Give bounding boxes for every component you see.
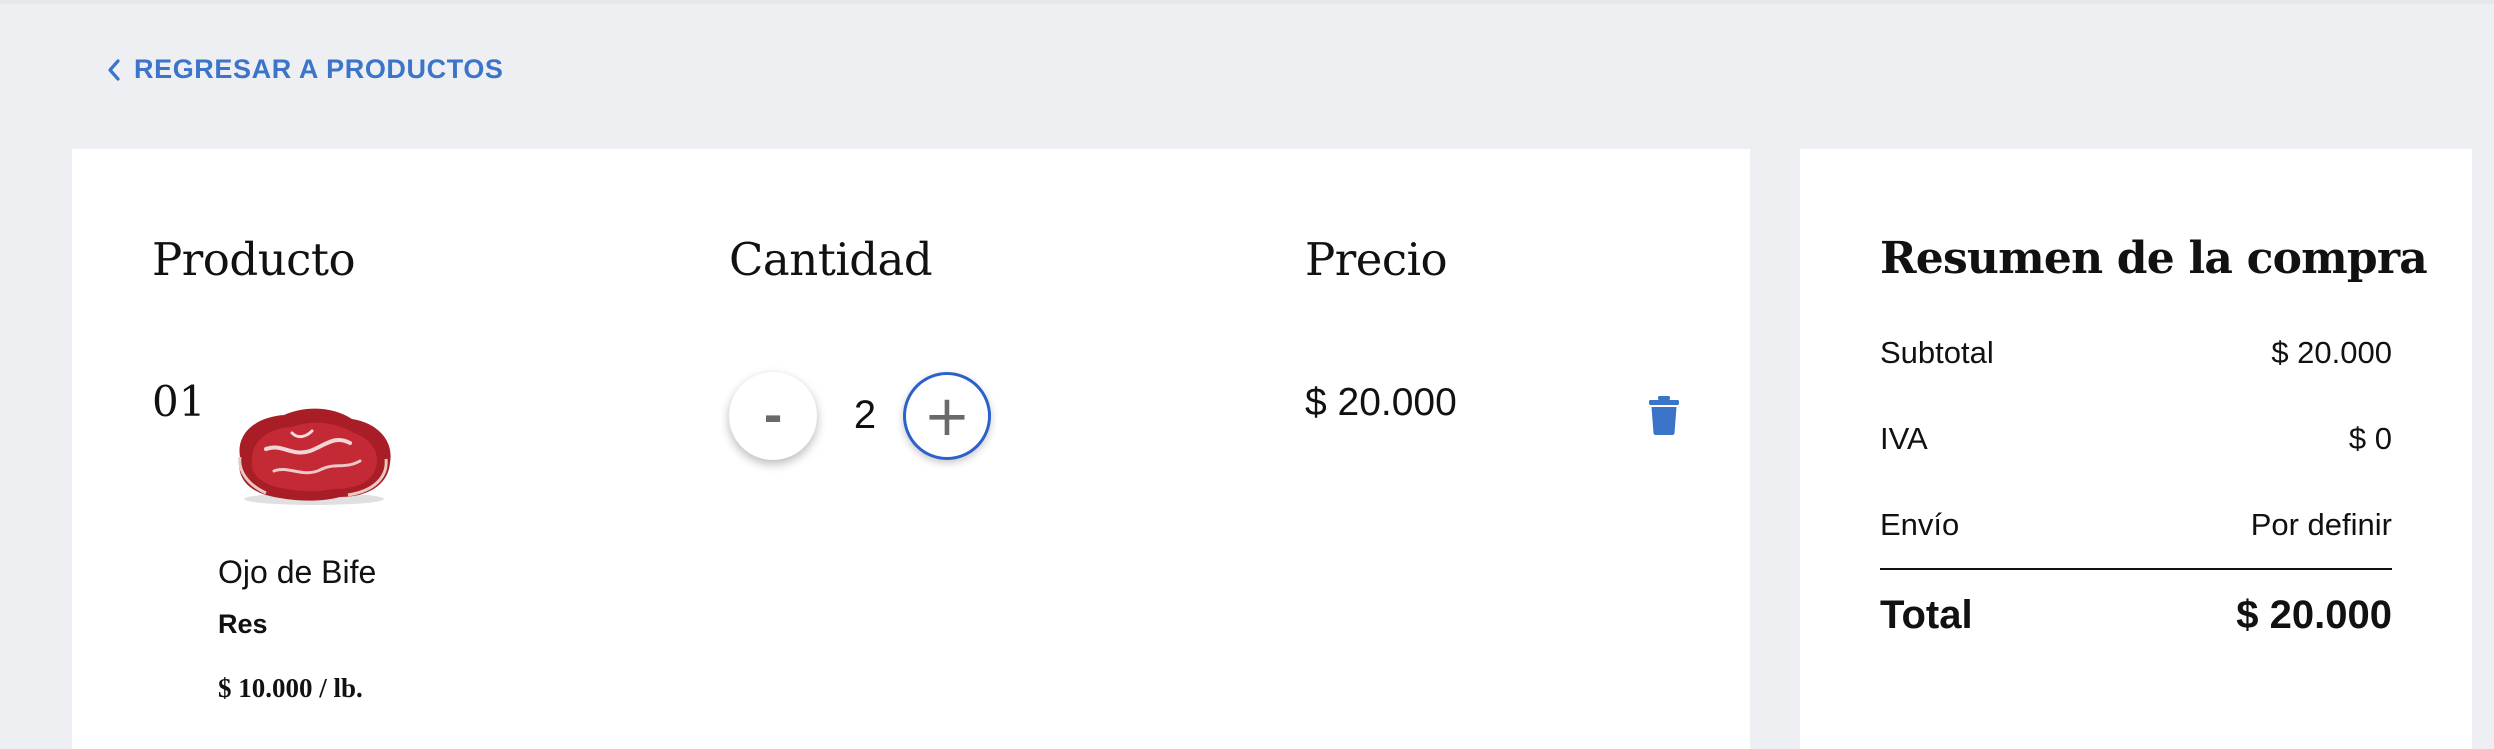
item-price: $ 20.000 [1305,381,1457,424]
purchase-summary-panel: Resumen de la compra Subtotal $ 20.000 I… [1800,149,2472,749]
beef-steak-image [238,408,391,505]
total-value: $ 20.000 [2236,593,2392,637]
summary-title: Resumen de la compra [1880,233,2428,284]
summary-divider [1880,568,2392,570]
summary-label: Envío [1880,507,1960,542]
summary-row-subtotal: Subtotal $ 20.000 [1880,335,2392,371]
total-label: Total [1880,593,1973,637]
summary-label: IVA [1880,421,1928,456]
item-index: 01 [152,377,206,426]
column-header-product: Producto [152,233,356,286]
summary-label: Subtotal [1880,335,1994,370]
summary-row-shipping: Envío Por definir [1880,507,2392,543]
chevron-left-icon [108,58,120,81]
column-header-price: Precio [1305,233,1448,286]
back-to-products-link[interactable]: REGRESAR A PRODUCTOS [104,54,504,85]
product-name: Ojo de Bife [218,554,377,590]
cart-panel: Producto Cantidad Precio 01 Ojo de Bife … [72,149,1750,749]
trash-icon[interactable] [1649,395,1679,435]
summary-row-iva: IVA $ 0 [1880,421,2392,457]
summary-value: $ 0 [2348,421,2392,456]
back-link-label: REGRESAR A PRODUCTOS [134,54,504,84]
top-edge [0,0,2494,4]
product-unit-price: $ 10.000 / lb. [218,673,363,703]
increase-quantity-button[interactable]: + [903,372,991,460]
summary-value: $ 20.000 [2271,335,2392,370]
decrease-quantity-button[interactable]: - [729,372,817,460]
quantity-value: 2 [853,393,877,437]
column-header-quantity: Cantidad [729,233,933,286]
summary-row-total: Total $ 20.000 [1880,593,2392,638]
product-category: Res [218,609,268,639]
summary-value: Por definir [2250,507,2392,542]
